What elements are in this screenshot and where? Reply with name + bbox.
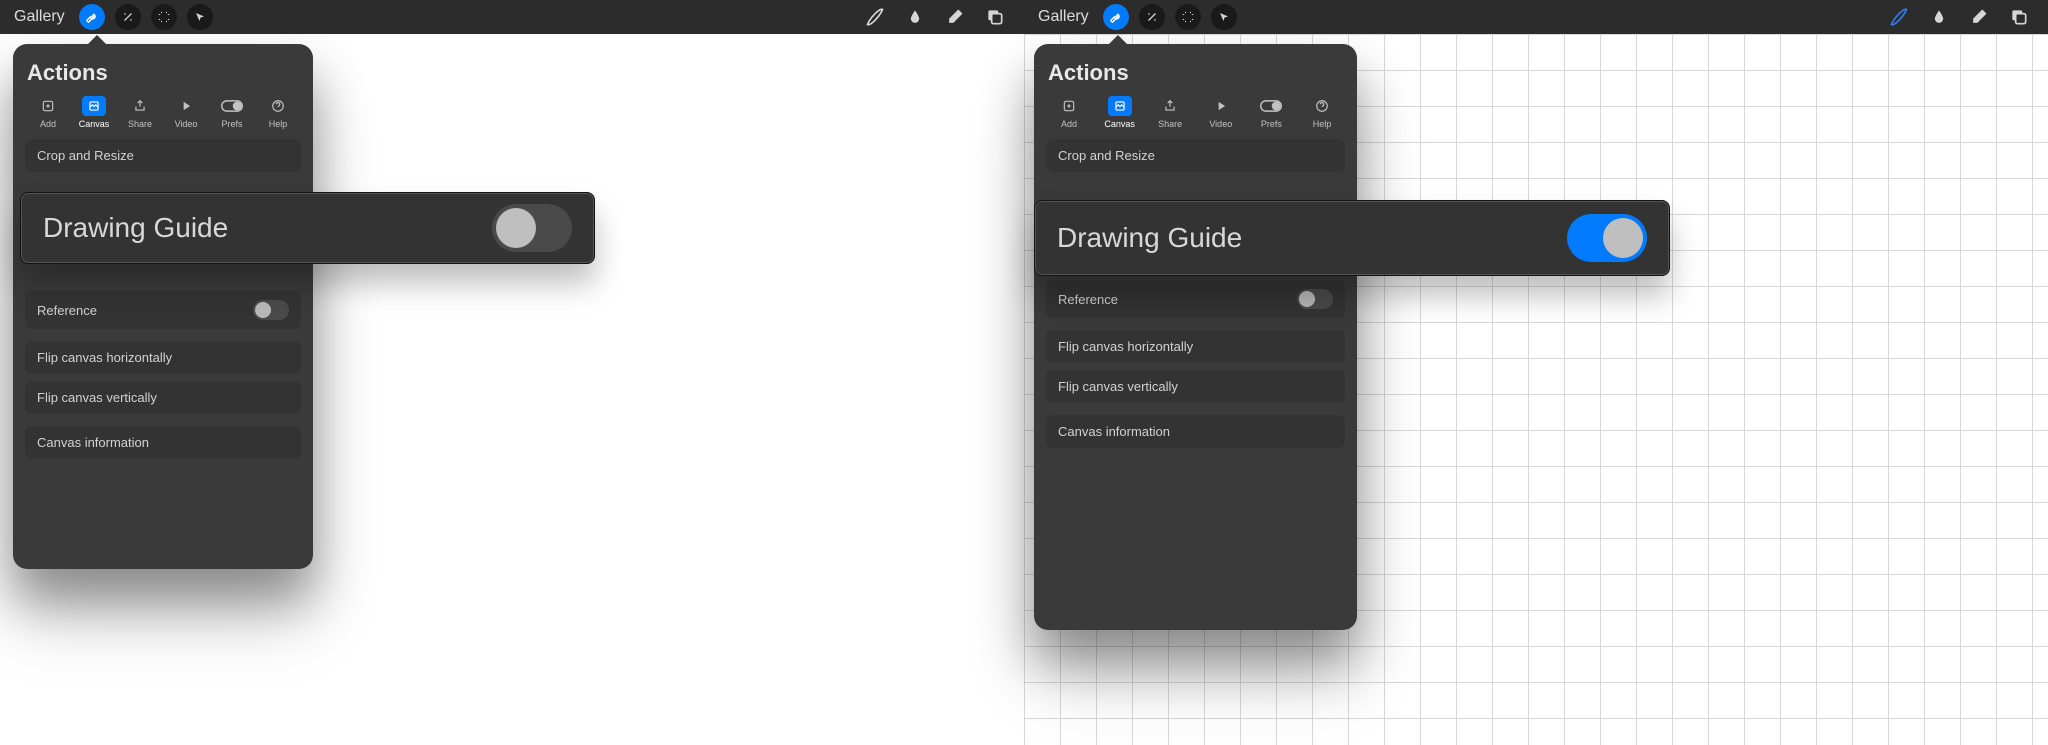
tab-label: Help <box>1313 119 1332 129</box>
tab-label: Help <box>269 119 288 129</box>
tab-label: Video <box>1209 119 1232 129</box>
selection-icon[interactable] <box>1175 4 1201 30</box>
row-label: Reference <box>37 303 97 318</box>
actions-popover: Actions Add Canvas Share Video Prefs Hel… <box>1034 44 1357 630</box>
topbar: Gallery <box>0 0 1024 34</box>
row-label: Crop and Resize <box>1058 148 1155 163</box>
row-label: Flip canvas horizontally <box>37 350 172 365</box>
actions-tabs: Add Canvas Share Video Prefs Help <box>25 96 301 139</box>
row-reference[interactable]: Reference <box>25 291 301 329</box>
tab-video[interactable]: Video <box>1200 96 1242 129</box>
popover-title: Actions <box>1048 60 1345 86</box>
popover-title: Actions <box>27 60 301 86</box>
row-canvas-info[interactable]: Canvas information <box>25 426 301 459</box>
eraser-icon[interactable] <box>1964 4 1994 30</box>
row-label: Crop and Resize <box>37 148 134 163</box>
tab-label: Share <box>128 119 152 129</box>
cursor-icon[interactable] <box>1211 4 1237 30</box>
tab-label: Prefs <box>221 119 242 129</box>
row-label: Canvas information <box>1058 424 1170 439</box>
actions-tabs: Add Canvas Share Video Prefs Help <box>1046 96 1345 139</box>
tab-help[interactable]: Help <box>1301 96 1343 129</box>
tab-help[interactable]: Help <box>257 96 299 129</box>
drawing-guide-label: Drawing Guide <box>43 212 228 244</box>
right-screenshot: Gallery <box>1024 0 2048 745</box>
gallery-button[interactable]: Gallery <box>1038 8 1089 26</box>
drawing-guide-label: Drawing Guide <box>1057 222 1242 254</box>
tab-label: Share <box>1158 119 1182 129</box>
cursor-icon[interactable] <box>187 4 213 30</box>
wrench-icon[interactable] <box>79 4 105 30</box>
row-flip-horizontal[interactable]: Flip canvas horizontally <box>1046 330 1345 363</box>
drawing-guide-callout: Drawing Guide <box>20 192 595 264</box>
layers-icon[interactable] <box>2004 4 2034 30</box>
tab-label: Add <box>40 119 56 129</box>
left-screenshot: Gallery <box>0 0 1024 745</box>
smudge-icon[interactable] <box>1924 4 1954 30</box>
tab-add[interactable]: Add <box>27 96 69 129</box>
row-label: Flip canvas horizontally <box>1058 339 1193 354</box>
actions-popover: Actions Add Canvas Share Video Prefs Hel… <box>13 44 313 569</box>
tab-label: Add <box>1061 119 1077 129</box>
smudge-icon[interactable] <box>900 4 930 30</box>
eraser-icon[interactable] <box>940 4 970 30</box>
row-label: Canvas information <box>37 435 149 450</box>
drawing-guide-toggle[interactable] <box>1567 214 1647 262</box>
reference-toggle[interactable] <box>253 300 289 320</box>
tab-label: Canvas <box>79 119 110 129</box>
gallery-button[interactable]: Gallery <box>14 8 65 26</box>
tab-video[interactable]: Video <box>165 96 207 129</box>
brush-icon[interactable] <box>860 4 890 30</box>
tab-label: Video <box>175 119 198 129</box>
tab-canvas[interactable]: Canvas <box>1099 96 1141 129</box>
drawing-guide-callout: Drawing Guide <box>1034 200 1670 276</box>
wand-icon[interactable] <box>1139 4 1165 30</box>
tab-share[interactable]: Share <box>119 96 161 129</box>
row-label: Flip canvas vertically <box>1058 379 1178 394</box>
row-label: Reference <box>1058 292 1118 307</box>
row-reference[interactable]: Reference <box>1046 280 1345 318</box>
tab-prefs[interactable]: Prefs <box>1250 96 1292 129</box>
row-label: Flip canvas vertically <box>37 390 157 405</box>
wand-icon[interactable] <box>115 4 141 30</box>
row-crop-resize[interactable]: Crop and Resize <box>1046 139 1345 172</box>
tab-add[interactable]: Add <box>1048 96 1090 129</box>
tab-label: Canvas <box>1104 119 1135 129</box>
row-canvas-info[interactable]: Canvas information <box>1046 415 1345 448</box>
topbar: Gallery <box>1024 0 2048 34</box>
wrench-icon[interactable] <box>1103 4 1129 30</box>
row-flip-horizontal[interactable]: Flip canvas horizontally <box>25 341 301 374</box>
layers-icon[interactable] <box>980 4 1010 30</box>
drawing-guide-toggle[interactable] <box>492 204 572 252</box>
brush-icon[interactable] <box>1884 4 1914 30</box>
row-flip-vertical[interactable]: Flip canvas vertically <box>25 381 301 414</box>
tab-label: Prefs <box>1261 119 1282 129</box>
reference-toggle[interactable] <box>1297 289 1333 309</box>
row-flip-vertical[interactable]: Flip canvas vertically <box>1046 370 1345 403</box>
row-crop-resize[interactable]: Crop and Resize <box>25 139 301 172</box>
selection-icon[interactable] <box>151 4 177 30</box>
tab-prefs[interactable]: Prefs <box>211 96 253 129</box>
tab-share[interactable]: Share <box>1149 96 1191 129</box>
tab-canvas[interactable]: Canvas <box>73 96 115 129</box>
